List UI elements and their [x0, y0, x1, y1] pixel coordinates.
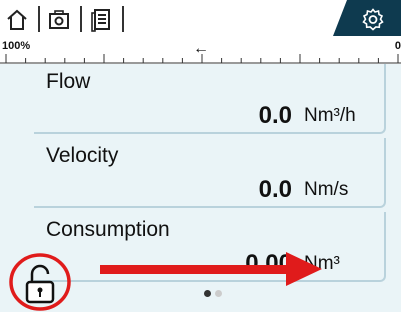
settings-button[interactable] [333, 0, 401, 40]
annotation-arrow-icon [100, 252, 322, 286]
report-icon [91, 9, 110, 32]
flow-card: Flow 0.0 Nm³/h [34, 64, 386, 134]
toolbar-separator [38, 6, 40, 32]
scale-ticks [0, 54, 401, 64]
card-label: Consumption [46, 218, 170, 241]
lock-button[interactable] [8, 252, 72, 312]
page-dot-active[interactable] [204, 290, 211, 297]
card-value: 0.0 [258, 176, 292, 203]
padlock-icon [9, 253, 71, 311]
card-value: 0.0 [258, 102, 292, 129]
velocity-card: Velocity 0.0 Nm/s [34, 138, 386, 208]
gear-icon [362, 8, 384, 31]
top-toolbar [0, 0, 401, 40]
home-icon [7, 9, 27, 30]
card-label: Velocity [46, 144, 119, 167]
scale-max-label: 100% [2, 40, 31, 52]
camera-button[interactable] [44, 6, 74, 34]
report-button[interactable] [86, 6, 116, 34]
toolbar-separator [80, 6, 82, 32]
card-unit: Nm³/h [304, 105, 356, 126]
scale-min-label: 0 [394, 40, 401, 52]
camera-icon [49, 10, 69, 29]
toolbar-separator [122, 6, 124, 32]
level-scale: 100% ← 0 [0, 40, 401, 64]
card-label: Flow [46, 70, 91, 93]
card-unit: Nm/s [304, 179, 349, 200]
home-button[interactable] [2, 6, 32, 34]
page-dot[interactable] [215, 290, 222, 297]
page-indicator [204, 290, 222, 297]
